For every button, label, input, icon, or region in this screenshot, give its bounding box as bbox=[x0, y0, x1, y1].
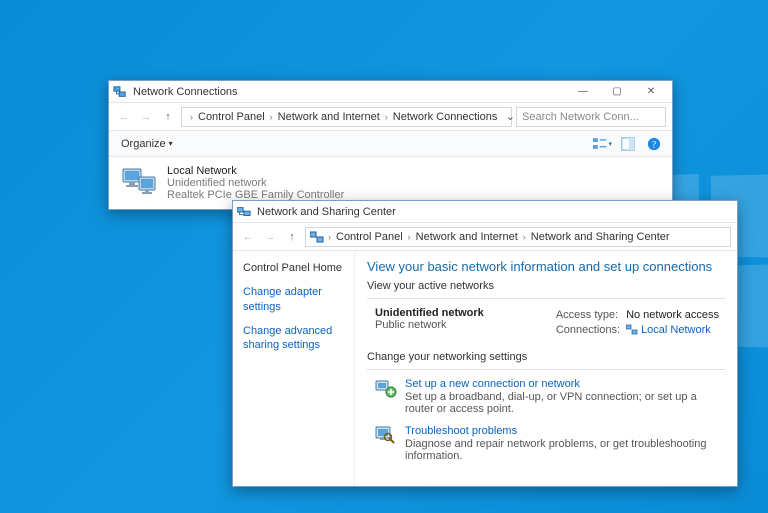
chevron-right-icon: › bbox=[190, 112, 193, 122]
connection-link[interactable]: Local Network bbox=[626, 324, 719, 336]
ethernet-icon bbox=[626, 324, 638, 336]
breadcrumb[interactable]: Network and Sharing Center bbox=[528, 231, 673, 243]
breadcrumb[interactable]: Control Panel bbox=[195, 111, 268, 123]
sidebar: Control Panel Home Change adapter settin… bbox=[233, 251, 355, 486]
sidebar-advanced-link[interactable]: Change advanced sharing settings bbox=[243, 324, 344, 353]
network-connections-window: Network Connections — ▢ ✕ ← → ↑ › Contro… bbox=[108, 80, 673, 210]
close-button[interactable]: ✕ bbox=[634, 83, 668, 101]
breadcrumb[interactable]: Network and Internet bbox=[275, 111, 383, 123]
up-button[interactable]: ↑ bbox=[159, 108, 177, 126]
connection-status: Unidentified network bbox=[167, 177, 344, 189]
access-type-label: Access type: bbox=[556, 309, 624, 322]
network-sharing-icon bbox=[237, 205, 251, 219]
organize-label: Organize bbox=[121, 138, 166, 150]
troubleshoot-icon bbox=[375, 425, 397, 445]
preview-pane-button[interactable] bbox=[618, 135, 638, 153]
active-network-block: Unidentified network Public network bbox=[375, 307, 484, 339]
help-icon[interactable]: ? bbox=[644, 135, 664, 153]
setup-connection-title: Set up a new connection or network bbox=[405, 378, 725, 390]
divider bbox=[367, 298, 725, 299]
network-name: Unidentified network bbox=[375, 307, 484, 319]
sidebar-home-link[interactable]: Control Panel Home bbox=[243, 261, 344, 275]
change-settings-label: Change your networking settings bbox=[367, 351, 725, 363]
location-icon bbox=[310, 230, 324, 244]
chevron-right-icon: › bbox=[328, 232, 331, 242]
chevron-right-icon: › bbox=[408, 232, 411, 242]
connection-item[interactable]: Local Network Unidentified network Realt… bbox=[167, 165, 344, 201]
address-bar[interactable]: › Control Panel › Network and Internet ›… bbox=[305, 227, 731, 247]
network-connections-icon bbox=[113, 85, 127, 99]
chevron-right-icon: › bbox=[270, 112, 273, 122]
breadcrumb[interactable]: Network Connections bbox=[390, 111, 501, 123]
nav-toolbar: ← → ↑ › Control Panel › Network and Inte… bbox=[109, 103, 672, 131]
network-category: Public network bbox=[375, 319, 484, 331]
access-type-value: No network access bbox=[626, 309, 723, 322]
main-content: View your basic network information and … bbox=[355, 251, 737, 486]
setup-connection-icon bbox=[375, 378, 397, 398]
connection-name: Local Network bbox=[167, 165, 344, 177]
troubleshoot-title: Troubleshoot problems bbox=[405, 425, 725, 437]
nav-toolbar: ← → ↑ › Control Panel › Network and Inte… bbox=[233, 223, 737, 251]
chevron-right-icon: › bbox=[523, 232, 526, 242]
divider bbox=[367, 369, 725, 370]
network-sharing-center-window: Network and Sharing Center ← → ↑ › Contr… bbox=[232, 200, 738, 487]
active-networks-label: View your active networks bbox=[367, 280, 725, 292]
sidebar-adapter-link[interactable]: Change adapter settings bbox=[243, 285, 344, 314]
network-details: Access type: No network access Connectio… bbox=[554, 307, 725, 339]
titlebar[interactable]: Network and Sharing Center bbox=[233, 201, 737, 223]
titlebar[interactable]: Network Connections — ▢ ✕ bbox=[109, 81, 672, 103]
maximize-button[interactable]: ▢ bbox=[600, 83, 634, 101]
back-button[interactable]: ← bbox=[239, 228, 257, 246]
window-title: Network Connections bbox=[133, 86, 566, 98]
setup-connection-action[interactable]: Set up a new connection or network Set u… bbox=[375, 378, 725, 415]
forward-button[interactable]: → bbox=[137, 108, 155, 126]
back-button[interactable]: ← bbox=[115, 108, 133, 126]
chevron-right-icon: › bbox=[385, 112, 388, 122]
connections-label: Connections: bbox=[556, 324, 624, 337]
page-heading: View your basic network information and … bbox=[367, 259, 725, 274]
chevron-down-icon: ▾ bbox=[169, 139, 173, 148]
search-input[interactable]: Search Network Conn... bbox=[516, 107, 666, 127]
organize-menu[interactable]: Organize ▾ bbox=[117, 136, 177, 152]
minimize-button[interactable]: — bbox=[566, 83, 600, 101]
address-bar[interactable]: › Control Panel › Network and Internet ›… bbox=[181, 107, 512, 127]
forward-button[interactable]: → bbox=[261, 228, 279, 246]
breadcrumb[interactable]: Control Panel bbox=[333, 231, 406, 243]
window-title: Network and Sharing Center bbox=[257, 206, 733, 218]
breadcrumb[interactable]: Network and Internet bbox=[413, 231, 521, 243]
troubleshoot-action[interactable]: Troubleshoot problems Diagnose and repai… bbox=[375, 425, 725, 462]
up-button[interactable]: ↑ bbox=[283, 228, 301, 246]
setup-connection-desc: Set up a broadband, dial-up, or VPN conn… bbox=[405, 391, 725, 415]
network-adapter-icon[interactable] bbox=[121, 165, 157, 197]
command-toolbar: Organize ▾ ▾ ? bbox=[109, 131, 672, 157]
troubleshoot-desc: Diagnose and repair network problems, or… bbox=[405, 438, 725, 462]
connection-link-label: Local Network bbox=[641, 324, 711, 336]
view-options-button[interactable]: ▾ bbox=[592, 135, 612, 153]
svg-text:?: ? bbox=[652, 139, 656, 150]
